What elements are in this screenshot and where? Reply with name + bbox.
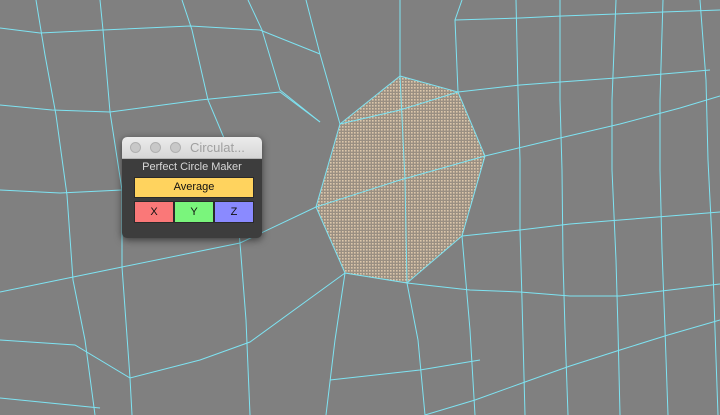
window-title: Circulat... [190, 140, 245, 155]
x-axis-button[interactable]: X [134, 201, 174, 223]
minimize-window-icon[interactable] [150, 142, 161, 153]
panel-heading: Perfect Circle Maker [142, 161, 242, 173]
y-axis-button[interactable]: Y [174, 201, 214, 223]
window-titlebar[interactable]: Circulat... [122, 137, 262, 159]
circulator-window: Circulat... Perfect Circle Maker Average… [122, 137, 262, 238]
modeling-viewport[interactable] [0, 0, 720, 415]
z-axis-button[interactable]: Z [214, 201, 254, 223]
zoom-window-icon[interactable] [170, 142, 181, 153]
average-button[interactable]: Average [134, 177, 254, 198]
close-window-icon[interactable] [130, 142, 141, 153]
